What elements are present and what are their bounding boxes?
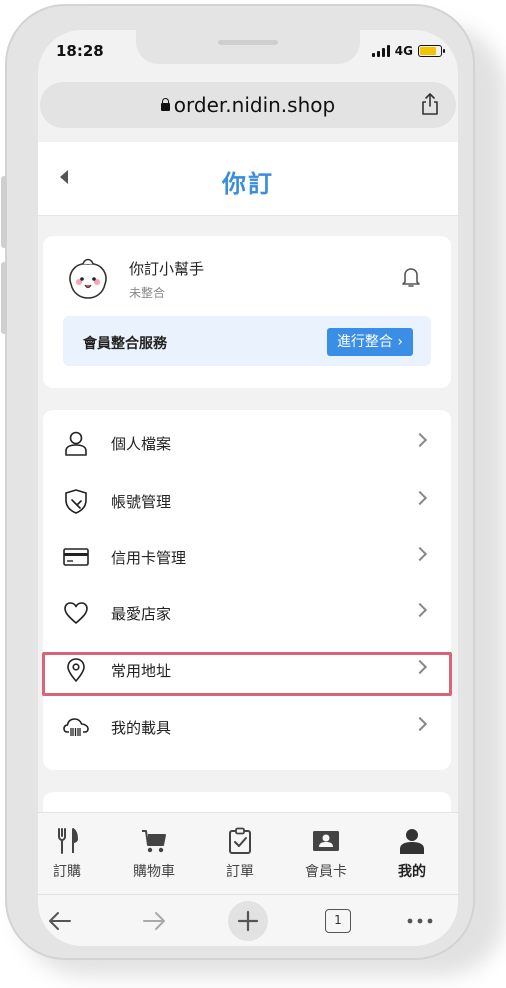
person-icon xyxy=(400,829,424,854)
bottom-tab-bar: 訂購 購物車 訂單 會員卡 我的 xyxy=(38,812,458,894)
notch xyxy=(136,30,360,64)
lock-icon xyxy=(160,98,170,111)
more-icon[interactable] xyxy=(402,903,438,939)
credit-card-icon xyxy=(63,548,89,566)
tab-member-card[interactable]: 會員卡 xyxy=(291,827,361,881)
chevron-right-icon xyxy=(412,490,428,506)
app-header: 你訂 xyxy=(38,142,458,216)
forward-arrow-icon[interactable] xyxy=(136,903,172,939)
tab-cart[interactable]: 購物車 xyxy=(119,827,189,881)
url-bar[interactable]: order.nidin.shop xyxy=(40,82,456,128)
menu-item-profile[interactable]: 個人檔案 xyxy=(43,415,451,471)
status-indicators: 4G xyxy=(371,44,445,58)
tab-order[interactable]: 訂購 xyxy=(38,827,102,881)
menu-item-favorites[interactable]: 最愛店家 xyxy=(43,585,451,641)
tab-label: 訂單 xyxy=(226,864,254,880)
chevron-right-icon xyxy=(412,432,428,448)
screen: 18:28 4G order.nidin.shop 你訂 你訂小幫手 未整合 會… xyxy=(38,30,458,946)
tab-label: 我的 xyxy=(398,864,426,880)
chevron-right-icon xyxy=(412,716,428,732)
menu-item-label: 個人檔案 xyxy=(111,435,172,453)
menu-card: 個人檔案 帳號管理 信用卡管理 最愛店家 常用地址 我的載具 xyxy=(43,410,451,770)
utensils-icon xyxy=(58,828,78,854)
menu-item-label: 信用卡管理 xyxy=(111,549,187,567)
browser-toolbar: 1 xyxy=(38,894,458,946)
signal-icon xyxy=(371,45,390,57)
menu-item-carrier[interactable]: 我的載具 xyxy=(43,699,451,755)
clipboard-check-icon xyxy=(229,827,251,854)
cart-icon xyxy=(142,830,166,853)
menu-item-address[interactable]: 常用地址 xyxy=(43,642,451,698)
tab-label: 訂購 xyxy=(53,864,81,880)
profile-card: 你訂小幫手 未整合 會員整合服務 進行整合 › xyxy=(43,236,451,388)
tab-orders[interactable]: 訂單 xyxy=(205,827,275,881)
integrate-button[interactable]: 進行整合 › xyxy=(326,328,413,356)
back-arrow-icon[interactable] xyxy=(42,903,78,939)
new-tab-button[interactable] xyxy=(228,901,268,941)
status-bar: 18:28 4G xyxy=(38,30,458,78)
menu-item-label: 最愛店家 xyxy=(111,605,172,623)
tabs-count: 1 xyxy=(334,913,342,927)
member-card-icon xyxy=(313,831,339,851)
phone-side-button xyxy=(1,176,7,248)
tab-label: 會員卡 xyxy=(305,864,347,880)
page-title: 你訂 xyxy=(222,170,274,198)
share-icon[interactable] xyxy=(420,93,440,115)
heart-icon xyxy=(64,602,88,624)
integration-label: 會員整合服務 xyxy=(83,336,167,352)
profile-status: 未整合 xyxy=(129,286,166,300)
tabs-icon: 1 xyxy=(325,909,351,933)
status-time: 18:28 xyxy=(56,42,104,60)
menu-item-label: 帳號管理 xyxy=(111,493,172,511)
tab-mine[interactable]: 我的 xyxy=(377,827,447,881)
menu-item-label: 常用地址 xyxy=(111,662,172,680)
plus-icon xyxy=(237,910,259,932)
phone-frame: 18:28 4G order.nidin.shop 你訂 你訂小幫手 未整合 會… xyxy=(1,4,475,960)
battery-icon xyxy=(418,45,445,57)
menu-item-credit-card[interactable]: 信用卡管理 xyxy=(43,529,451,585)
cloud-barcode-icon xyxy=(63,718,89,736)
menu-item-account[interactable]: 帳號管理 xyxy=(43,473,451,529)
bell-icon[interactable] xyxy=(401,266,421,288)
chevron-right-icon xyxy=(412,659,428,675)
user-icon xyxy=(65,431,87,456)
chevron-right-icon xyxy=(412,546,428,562)
location-pin-icon xyxy=(67,658,85,682)
network-type: 4G xyxy=(394,44,413,58)
url-text: order.nidin.shop xyxy=(173,93,336,117)
shield-icon xyxy=(65,489,87,514)
tabs-button[interactable]: 1 xyxy=(320,903,356,939)
chevron-right-icon xyxy=(412,602,428,618)
tab-label: 購物車 xyxy=(133,864,175,880)
url-display[interactable]: order.nidin.shop xyxy=(40,93,456,117)
menu-item-label: 我的載具 xyxy=(111,719,172,737)
notch-speaker xyxy=(218,40,278,45)
integration-banner: 會員整合服務 進行整合 › xyxy=(63,316,431,366)
profile-name: 你訂小幫手 xyxy=(129,260,205,278)
phone-side-button xyxy=(1,262,7,334)
avatar[interactable] xyxy=(65,254,111,300)
